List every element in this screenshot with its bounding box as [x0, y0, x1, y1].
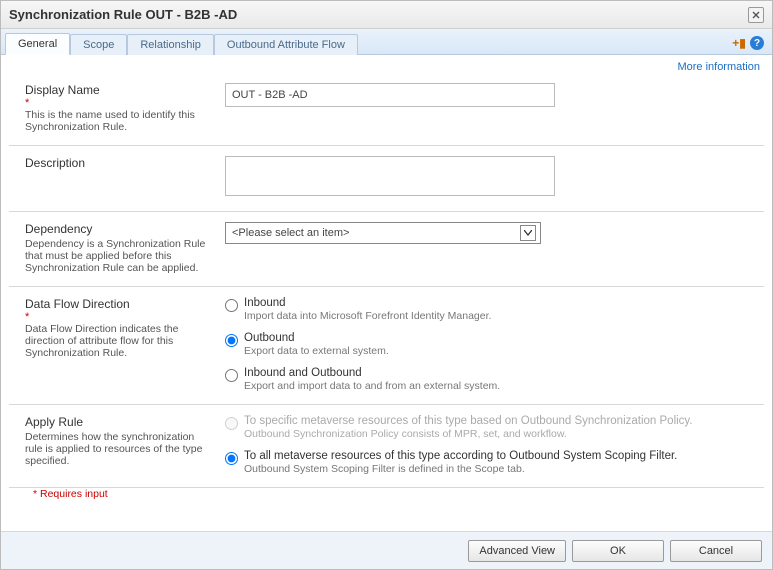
- help-icon[interactable]: ?: [750, 36, 764, 50]
- dialog-title: Synchronization Rule OUT - B2B -AD: [9, 7, 748, 22]
- section-dependency: Dependency Dependency is a Synchronizati…: [9, 212, 764, 287]
- close-icon: [752, 11, 760, 19]
- radio-apply-specific-sub: Outbound Synchronization Policy consists…: [244, 428, 693, 440]
- radio-both-input[interactable]: [225, 369, 238, 382]
- apply-rule-desc: Determines how the synchronization rule …: [25, 431, 209, 467]
- chevron-down-icon[interactable]: [520, 225, 536, 241]
- section-apply-rule: Apply Rule Determines how the synchroniz…: [9, 405, 764, 488]
- dependency-label: Dependency: [25, 222, 209, 236]
- radio-apply-all-input[interactable]: [225, 452, 238, 465]
- tabstrip: General Scope Relationship Outbound Attr…: [1, 29, 772, 55]
- ok-button[interactable]: OK: [572, 540, 664, 562]
- radio-inbound-input[interactable]: [225, 299, 238, 312]
- display-name-label: Display Name: [25, 83, 209, 97]
- radio-apply-all: To all metaverse resources of this type …: [225, 450, 748, 475]
- advanced-view-button[interactable]: Advanced View: [468, 540, 566, 562]
- display-name-input[interactable]: [225, 83, 555, 107]
- radio-apply-all-sub: Outbound System Scoping Filter is define…: [244, 463, 677, 475]
- requires-input-footnote: * Requires input: [9, 488, 764, 508]
- radio-apply-specific-label: To specific metaverse resources of this …: [244, 415, 693, 427]
- cancel-button[interactable]: Cancel: [670, 540, 762, 562]
- tab-outbound-attribute-flow[interactable]: Outbound Attribute Flow: [214, 34, 358, 55]
- dependency-desc: Dependency is a Synchronization Rule tha…: [25, 238, 209, 274]
- section-data-flow: Data Flow Direction * Data Flow Directio…: [9, 287, 764, 405]
- section-display-name: Display Name * This is the name used to …: [9, 73, 764, 146]
- tab-relationship[interactable]: Relationship: [127, 34, 214, 55]
- tab-scope[interactable]: Scope: [70, 34, 127, 55]
- radio-both-label: Inbound and Outbound: [244, 367, 500, 379]
- titlebar: Synchronization Rule OUT - B2B -AD: [1, 1, 772, 29]
- radio-inbound-sub: Import data into Microsoft Forefront Ide…: [244, 310, 491, 322]
- radio-outbound-input[interactable]: [225, 334, 238, 347]
- add-icon[interactable]: +▮: [732, 36, 746, 50]
- radio-apply-all-label: To all metaverse resources of this type …: [244, 450, 677, 462]
- close-button[interactable]: [748, 7, 764, 23]
- content-area: Display Name * This is the name used to …: [1, 73, 772, 531]
- dependency-select-text: <Please select an item>: [232, 227, 520, 239]
- required-marker: *: [25, 313, 209, 321]
- radio-apply-specific: To specific metaverse resources of this …: [225, 415, 748, 440]
- radio-outbound-sub: Export data to external system.: [244, 345, 389, 357]
- tab-general[interactable]: General: [5, 33, 70, 55]
- radio-both: Inbound and Outbound Export and import d…: [225, 367, 748, 392]
- required-marker: *: [25, 99, 209, 107]
- more-information-link[interactable]: More information: [677, 61, 760, 73]
- description-label: Description: [25, 156, 209, 170]
- description-input[interactable]: [225, 156, 555, 196]
- dependency-select[interactable]: <Please select an item>: [225, 222, 541, 244]
- apply-rule-label: Apply Rule: [25, 415, 209, 429]
- radio-both-sub: Export and import data to and from an ex…: [244, 380, 500, 392]
- sync-rule-dialog: Synchronization Rule OUT - B2B -AD Gener…: [0, 0, 773, 570]
- dialog-footer: Advanced View OK Cancel: [1, 531, 772, 569]
- radio-inbound: Inbound Import data into Microsoft Foref…: [225, 297, 748, 322]
- radio-apply-specific-input: [225, 417, 238, 430]
- display-name-desc: This is the name used to identify this S…: [25, 109, 209, 133]
- radio-outbound: Outbound Export data to external system.: [225, 332, 748, 357]
- radio-outbound-label: Outbound: [244, 332, 389, 344]
- data-flow-desc: Data Flow Direction indicates the direct…: [25, 323, 209, 359]
- radio-inbound-label: Inbound: [244, 297, 491, 309]
- data-flow-label: Data Flow Direction: [25, 297, 209, 311]
- section-description: Description: [9, 146, 764, 212]
